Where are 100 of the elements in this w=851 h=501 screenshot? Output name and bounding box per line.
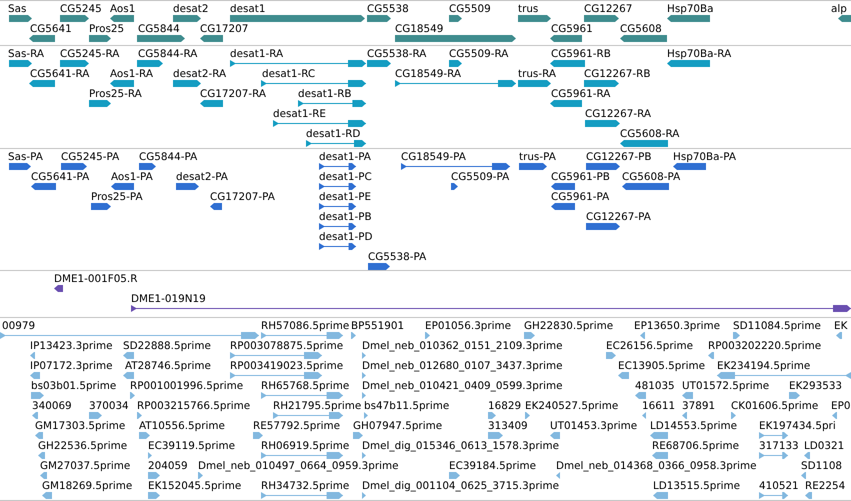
- feature-label[interactable]: CG12267-RB: [584, 68, 650, 80]
- feature-label[interactable]: Dmel_dig_015346_0613_1578.3prime: [362, 440, 559, 452]
- feature-label[interactable]: 370034: [89, 400, 129, 412]
- feature-label[interactable]: desat2: [173, 3, 208, 15]
- feature-label[interactable]: CG5245-PA: [61, 151, 120, 163]
- feature-label[interactable]: CG17207: [200, 23, 248, 35]
- feature-label[interactable]: desat1-PA: [319, 151, 371, 163]
- feature-label[interactable]: CG12267-RA: [585, 108, 652, 120]
- feature-label[interactable]: CG18549: [395, 23, 444, 35]
- feature-label[interactable]: CG5641-PA: [31, 171, 90, 183]
- feature-label[interactable]: Dmel_dig_001104_0625_3715.3prime: [362, 480, 559, 492]
- feature-label[interactable]: Dmel_neb_012680_0107_3437.3prime: [362, 360, 562, 372]
- feature-label[interactable]: 16829: [488, 400, 522, 412]
- feature-label[interactable]: SD1108: [801, 460, 842, 472]
- feature-label[interactable]: CG5844-RA: [138, 48, 198, 60]
- feature-label[interactable]: RH21795.5prime: [273, 400, 362, 412]
- feature-label[interactable]: CG5608-RA: [620, 128, 680, 140]
- feature-label[interactable]: EC39119.5prime: [148, 440, 236, 452]
- feature-label[interactable]: desat1-RD: [306, 128, 360, 140]
- feature-label[interactable]: CG12267: [584, 3, 632, 15]
- feature-label[interactable]: Dmel_neb_010421_0409_0599.3prime: [362, 380, 562, 392]
- feature-label[interactable]: CG12267-PA: [586, 211, 651, 223]
- feature-label[interactable]: desat1-RE: [273, 108, 326, 120]
- feature-label[interactable]: desat1-RA: [230, 48, 284, 60]
- feature-label[interactable]: CG5608: [620, 23, 662, 35]
- feature-label[interactable]: RH06919.5prime: [261, 440, 350, 452]
- feature-label[interactable]: CG5608-PA: [622, 171, 680, 183]
- feature-label[interactable]: GM17303.5prime: [35, 420, 126, 432]
- feature-label[interactable]: CG5844-PA: [139, 151, 198, 163]
- feature-label[interactable]: SD22888.5prime: [123, 340, 211, 352]
- feature-label[interactable]: CG5641: [30, 23, 72, 35]
- feature-label[interactable]: alp: [831, 3, 847, 15]
- feature-label[interactable]: RE68706.5prime: [652, 440, 740, 452]
- feature-label[interactable]: Pros25-PA: [91, 191, 143, 203]
- feature-label[interactable]: EK234194.5prime: [717, 360, 810, 372]
- feature-label[interactable]: CG5961-RA: [551, 88, 610, 100]
- feature-label[interactable]: Dmel_neb_014368_0366_0958.3prime: [556, 460, 756, 472]
- feature-label[interactable]: CG5245-RA: [60, 48, 120, 60]
- feature-label[interactable]: 317133: [759, 440, 799, 452]
- feature-label[interactable]: UT01453.3prime: [550, 420, 638, 432]
- feature-label[interactable]: EP0: [831, 400, 850, 412]
- feature-label[interactable]: LD0321: [804, 440, 844, 452]
- feature-label[interactable]: desat2-RA: [173, 68, 226, 80]
- feature-label[interactable]: EK152045.5prime: [148, 480, 242, 492]
- feature-label[interactable]: RP003419023.5prime: [230, 360, 344, 372]
- feature-label[interactable]: RH57086.5prime: [261, 320, 350, 332]
- feature-label[interactable]: 481035: [635, 380, 675, 392]
- feature-label[interactable]: CG17207-RA: [200, 88, 266, 100]
- feature-label[interactable]: Aos1-PA: [111, 171, 153, 183]
- feature-label[interactable]: EK293533: [789, 380, 842, 392]
- feature-label[interactable]: RP003202220.5prime: [708, 340, 822, 352]
- feature-label[interactable]: CG5961-RB: [551, 48, 611, 60]
- feature-label[interactable]: CG5538: [367, 3, 409, 15]
- feature-label[interactable]: Pros25-RA: [89, 88, 142, 100]
- feature-label[interactable]: desat1-PE: [319, 191, 372, 203]
- feature-label[interactable]: 37891: [682, 400, 716, 412]
- feature-label[interactable]: Hsp70Ba-PA: [673, 151, 736, 163]
- feature-label[interactable]: trus-PA: [519, 151, 556, 163]
- feature-label[interactable]: desat2-PA: [176, 171, 228, 183]
- feature-label[interactable]: Sas: [8, 3, 26, 15]
- feature-label[interactable]: EC39184.5prime: [449, 460, 536, 472]
- feature-label[interactable]: GH07947.5prime: [353, 420, 442, 432]
- feature-label[interactable]: bs03b01.5prime: [31, 380, 116, 392]
- feature-label[interactable]: Dmel_neb_010362_0151_2109.3prime: [362, 340, 562, 352]
- feature-label[interactable]: AT10556.5prime: [139, 420, 225, 432]
- feature-label[interactable]: 16611: [642, 400, 676, 412]
- feature-label[interactable]: EC26156.5prime: [606, 340, 694, 352]
- feature-label[interactable]: CG5245: [60, 3, 102, 15]
- feature-label[interactable]: EP01056.3prime: [425, 320, 512, 332]
- feature-label[interactable]: IP07172.3prime: [30, 360, 113, 372]
- feature-label[interactable]: 313409: [488, 420, 528, 432]
- feature-label[interactable]: RP003215766.5prime: [137, 400, 250, 412]
- feature-label[interactable]: bs47b11.5prime: [364, 400, 450, 412]
- feature-label[interactable]: SD11084.5prime: [733, 320, 821, 332]
- feature-label[interactable]: CK01606.5prime: [731, 400, 818, 412]
- feature-label[interactable]: RE2254: [805, 480, 846, 492]
- feature-label[interactable]: Aos1-RA: [110, 68, 153, 80]
- feature-label[interactable]: AT28746.5prime: [125, 360, 211, 372]
- feature-label[interactable]: RP003078875.5prime: [230, 340, 344, 352]
- feature-label[interactable]: EK: [834, 320, 848, 332]
- feature-label[interactable]: desat1-RB: [298, 88, 352, 100]
- feature-label[interactable]: RH65768.5prime: [261, 380, 350, 392]
- feature-label[interactable]: IP13423.3prime: [30, 340, 113, 352]
- feature-label[interactable]: RE57792.5prime: [253, 420, 340, 432]
- feature-label[interactable]: Dmel_neb_010497_0664_0959.3prime: [198, 460, 398, 472]
- feature-label[interactable]: CG5538-RA: [367, 48, 426, 60]
- feature-label[interactable]: GH22536.5prime: [38, 440, 128, 452]
- feature-label[interactable]: trus: [518, 3, 538, 15]
- feature-label[interactable]: Pros25: [89, 23, 124, 35]
- feature-label[interactable]: Hsp70Ba: [667, 3, 714, 15]
- feature-label[interactable]: CG5509-RA: [449, 48, 508, 60]
- feature-label[interactable]: GH22830.5prime: [524, 320, 614, 332]
- feature-label[interactable]: CG5961-PA: [551, 191, 610, 203]
- feature-label[interactable]: UT01572.5prime: [682, 380, 770, 392]
- feature-label[interactable]: 204059: [148, 460, 188, 472]
- feature-label[interactable]: Sas-RA: [8, 48, 44, 60]
- feature-label[interactable]: DME1-019N19: [131, 293, 206, 305]
- feature-label[interactable]: desat1-PB: [319, 211, 372, 223]
- feature-label[interactable]: 410521: [759, 480, 799, 492]
- feature-label[interactable]: trus-RA: [518, 68, 556, 80]
